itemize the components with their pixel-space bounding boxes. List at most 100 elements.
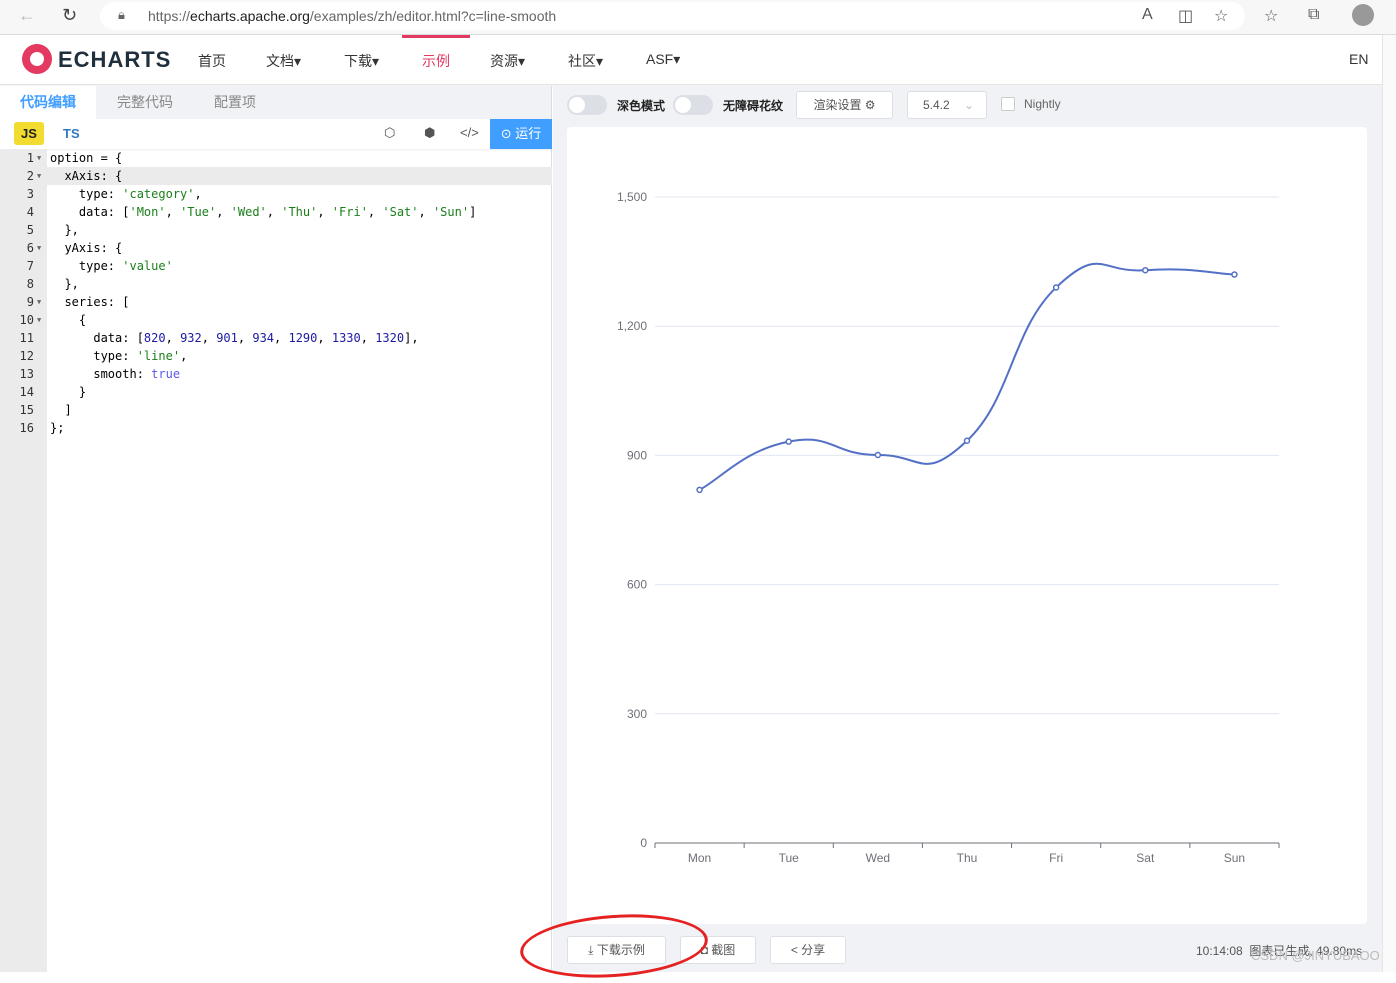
nav-docs[interactable]: 文档▾ [266,51,301,71]
line-number: 12 [19,349,34,363]
line-number: 2 [26,169,34,183]
line-number: 1 [26,151,34,165]
code-token: , [266,205,282,219]
split-screen-icon[interactable]: ◫ [1178,6,1193,26]
address-bar[interactable]: 🔒︎ https://echarts.apache.org/examples/z… [100,2,1245,30]
code-line[interactable]: 1 ▼ option = { [0,149,552,167]
collections-icon[interactable]: ⧉ [1308,6,1319,24]
code-token: 901 [216,331,238,345]
code-token: 'value' [122,259,173,273]
code-token: , [360,331,376,345]
nav-download[interactable]: 下载▾ [344,51,379,71]
y-tick-label: 1,500 [617,190,647,204]
code-line[interactable]: 2 ▼ xAxis: { [0,167,552,185]
nav-home[interactable]: 首页 [198,51,226,71]
code-line[interactable]: 3 type: 'category', [0,185,552,203]
codesandbox-icon[interactable]: ⬢ [424,125,435,141]
code-line[interactable]: 15 ] [0,401,552,419]
code-token: , [216,205,231,219]
logo-text[interactable]: ECHARTS [58,47,171,73]
line-number: 4 [26,205,34,219]
code-token: 'Sun' [432,205,470,219]
code-text: series: [ [50,293,129,311]
nav-asf[interactable]: ASF▾ [646,51,680,68]
tab-code-edit[interactable]: 代码编辑 [0,86,96,119]
code-token: , [165,331,181,345]
fold-arrow-icon[interactable]: ▼ [37,167,41,185]
code-line[interactable]: 13 smooth: true [0,365,552,383]
nav-community[interactable]: 社区▾ [568,51,603,71]
editor-panel: 代码编辑 完整代码 配置项 JS TS ⬡ ⬢ </> ⊙ 运行 1 ▼ optio… [0,86,552,972]
code-text: type: 'category', [50,185,202,203]
code-token: 932 [180,331,202,345]
code-token: , [180,349,188,363]
code-text: }, [50,221,78,239]
codepen-icon[interactable]: ⬡ [384,125,395,141]
code-line[interactable]: 9 ▼ series: [ [0,293,552,311]
aria-toggle[interactable] [673,95,713,115]
profile-avatar[interactable] [1352,4,1374,26]
code-text: ] [50,401,72,419]
code-line[interactable]: 12 type: 'line', [0,347,552,365]
code-token: type: [50,259,123,273]
version-select[interactable]: 5.4.2 ⌄ [907,91,987,119]
code-line[interactable]: 7 type: 'value' [0,257,552,275]
code-line[interactable]: 14 } [0,383,552,401]
share-button[interactable]: < 分享 [770,936,846,964]
code-editor[interactable]: 1 ▼ option = {2 ▼ xAxis: {3 type: 'category… [0,149,552,972]
read-aloud-icon[interactable]: A [1142,6,1153,24]
page-scrollbar[interactable] [1382,35,1396,972]
reload-icon[interactable]: ↻ [62,5,77,26]
url-path: /examples/zh/editor.html?c=line-smooth [309,8,557,24]
data-point [1231,271,1238,278]
add-favorite-icon[interactable]: ☆ [1214,6,1228,26]
url-prefix: https:// [148,8,191,24]
run-button[interactable]: ⊙ 运行 [490,119,552,149]
code-line[interactable]: 5 }, [0,221,552,239]
echarts-logo-icon[interactable] [22,44,52,74]
fold-arrow-icon[interactable]: ▼ [37,311,41,329]
ts-toggle[interactable]: TS [63,126,80,141]
code-text: } [50,383,86,401]
nav-examples[interactable]: 示例 [422,51,450,71]
favorites-icon[interactable]: ☆ [1264,6,1278,26]
url-domain: echarts.apache.org [190,8,310,24]
code-line[interactable]: 6 ▼ yAxis: { [0,239,552,257]
dark-mode-toggle[interactable] [567,95,607,115]
nav-resources[interactable]: 资源▾ [490,51,525,71]
code-token: type: [50,349,137,363]
data-point [874,451,882,459]
code-line[interactable]: 10 ▼ { [0,311,552,329]
code-token: ] [50,403,72,417]
code-token: , [418,205,433,219]
nightly-checkbox[interactable] [1001,97,1015,111]
render-settings-button[interactable]: 渲染设置 ⚙ [796,91,893,119]
fold-arrow-icon[interactable]: ▼ [37,239,41,257]
tab-options[interactable]: 配置项 [214,86,256,119]
watermark: CSDN @JINYUBAOO [1251,948,1380,963]
code-line[interactable]: 4 data: ['Mon', 'Tue', 'Wed', 'Thu', 'Fr… [0,203,552,221]
code-token: option = { [50,151,123,165]
code-token: 'Mon' [129,205,166,219]
code-format-icon[interactable]: </> [460,125,479,140]
code-token: , [165,205,181,219]
language-switch[interactable]: EN [1349,51,1368,67]
line-number: 13 [19,367,34,381]
tab-full-code[interactable]: 完整代码 [117,86,173,119]
x-tick-label: Thu [957,851,978,865]
code-line[interactable]: 16}; [0,419,552,437]
series-line [699,262,1235,491]
fold-arrow-icon[interactable]: ▼ [37,293,41,311]
code-token: 1290 [288,331,318,345]
line-number: 10 [19,313,34,327]
version-value: 5.4.2 [923,98,950,112]
data-point [696,486,703,494]
active-nav-indicator [402,35,470,38]
fold-arrow-icon[interactable]: ▼ [37,149,41,167]
back-icon[interactable]: ← [18,5,36,26]
line-number: 15 [19,403,34,417]
code-line[interactable]: 11 data: [820, 932, 901, 934, 1290, 1330… [0,329,552,347]
js-toggle[interactable]: JS [14,122,44,145]
code-line[interactable]: 8 }, [0,275,552,293]
code-token: 'Wed' [230,205,267,219]
